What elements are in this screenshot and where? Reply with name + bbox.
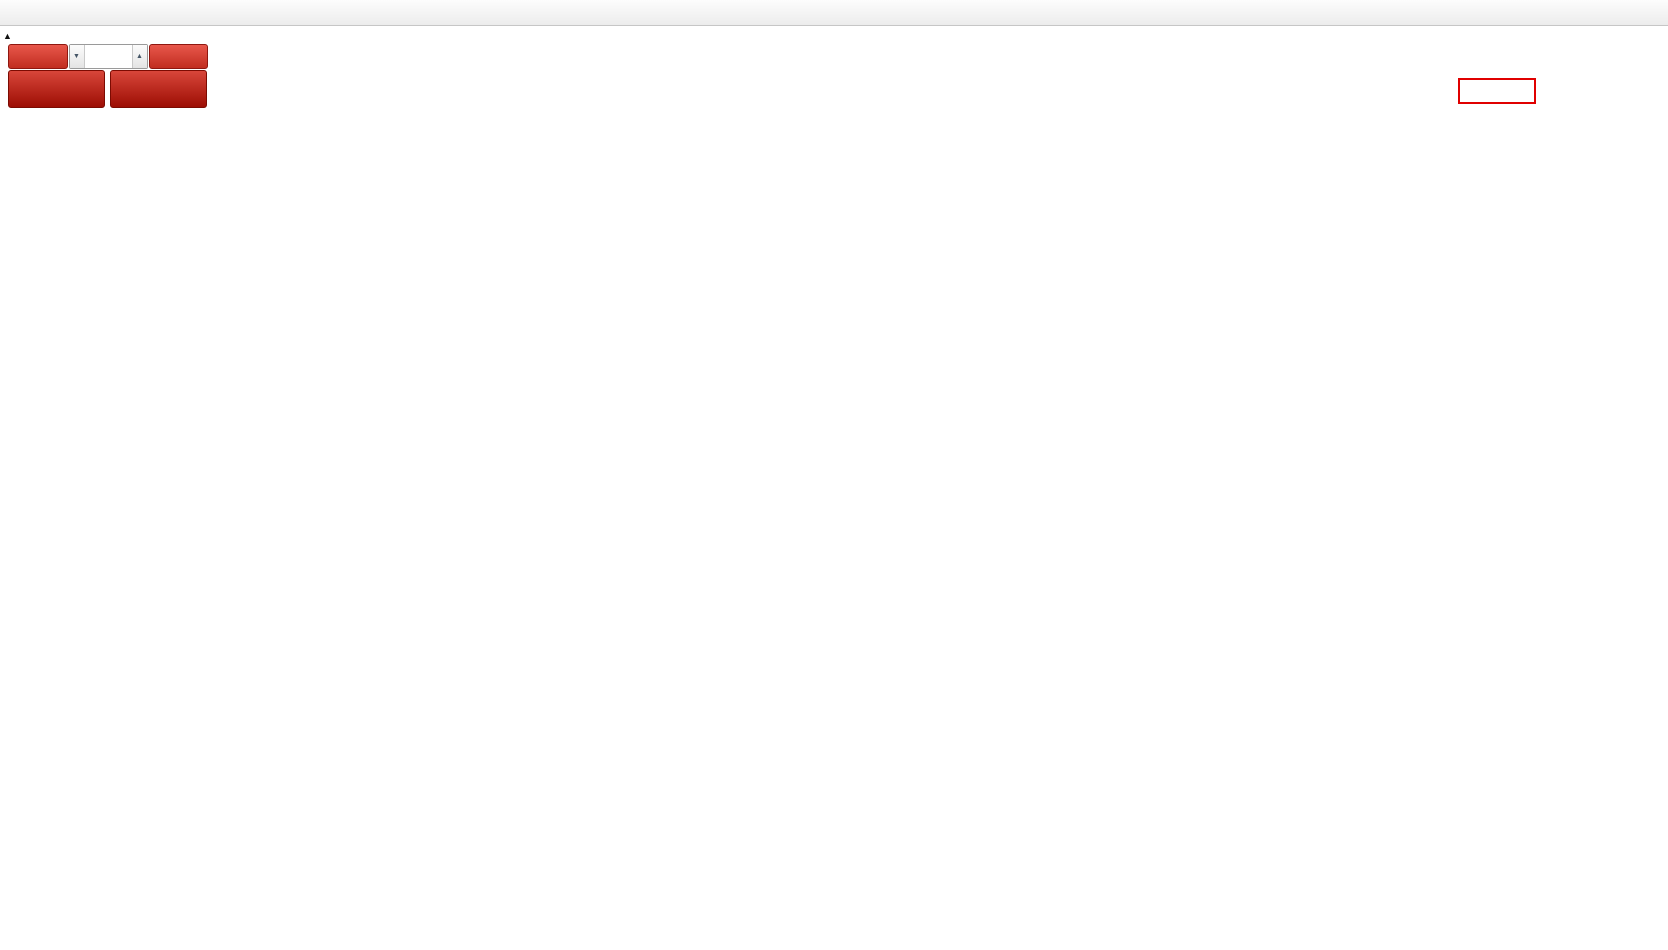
chart-canvas[interactable] (0, 0, 1668, 950)
sell-button[interactable] (8, 44, 68, 69)
sell-price-box[interactable] (8, 70, 105, 108)
one-click-trading-panel: ▼ ▲ (8, 44, 208, 108)
price-tag-annotation[interactable] (1458, 78, 1536, 104)
buy-button[interactable] (149, 44, 209, 69)
volume-stepper: ▼ ▲ (69, 44, 148, 69)
volume-input[interactable] (85, 45, 132, 68)
volume-decrease-icon[interactable]: ▼ (70, 45, 85, 68)
oneclick-collapse-icon[interactable]: ▲ (3, 31, 12, 41)
volume-increase-icon[interactable]: ▲ (132, 45, 147, 68)
buy-price-box[interactable] (110, 70, 207, 108)
main-toolbar (0, 0, 1668, 26)
